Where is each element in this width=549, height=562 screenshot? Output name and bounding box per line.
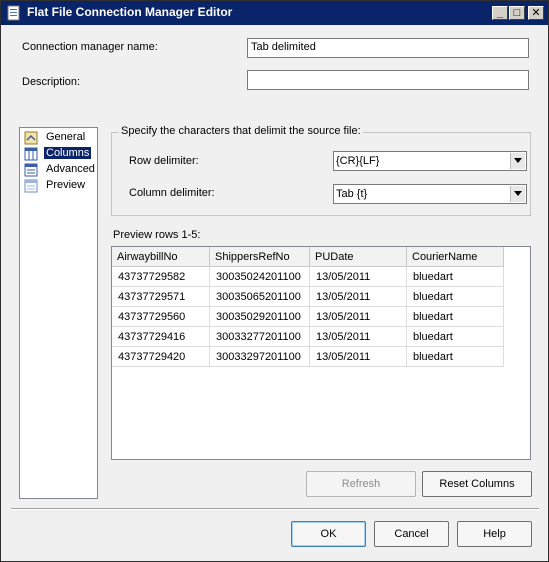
minimize-button[interactable]: _: [492, 6, 508, 20]
table-cell: 13/05/2011: [310, 267, 407, 287]
nav-item-label: Preview: [46, 179, 86, 191]
table-cell: 13/05/2011: [310, 327, 407, 347]
nav-item-advanced[interactable]: Advanced: [24, 162, 95, 178]
row-delimiter-select[interactable]: {CR}{LF}: [333, 151, 527, 171]
table-cell: bluedart: [407, 347, 504, 367]
chevron-down-icon[interactable]: [510, 153, 525, 169]
refresh-button[interactable]: Refresh: [306, 471, 416, 497]
window-title: Flat File Connection Manager Editor: [27, 5, 233, 19]
column-delimiter-select[interactable]: Tab {t}: [333, 184, 527, 204]
nav-item-preview[interactable]: Preview: [24, 178, 94, 194]
column-header[interactable]: ShippersRefNo: [210, 247, 310, 267]
column-header[interactable]: AirwaybillNo: [112, 247, 210, 267]
table-cell: 43737729416: [112, 327, 210, 347]
table-cell: 30033297201100: [210, 347, 310, 367]
help-button[interactable]: Help: [457, 521, 532, 547]
table-cell: 30035029201100: [210, 307, 310, 327]
column-header[interactable]: CourierName: [407, 247, 504, 267]
description-input[interactable]: [247, 70, 529, 90]
connection-name-label: Connection manager name:: [22, 41, 158, 53]
table-cell: 13/05/2011: [310, 287, 407, 307]
table-cell: 13/05/2011: [310, 347, 407, 367]
column-delimiter-label: Column delimiter:: [129, 187, 215, 199]
table-cell: 30035024201100: [210, 267, 310, 287]
close-button[interactable]: ✕: [528, 6, 544, 20]
table-cell: 43737729420: [112, 347, 210, 367]
delimiter-group-label: Specify the characters that delimit the …: [119, 125, 363, 137]
description-label: Description:: [22, 76, 81, 88]
column-header[interactable]: PUDate: [310, 247, 407, 267]
table-cell: 43737729582: [112, 267, 210, 287]
columns-icon: [24, 147, 38, 161]
row-delimiter-label: Row delimiter:: [129, 155, 199, 167]
column-delimiter-value: Tab {t}: [336, 188, 368, 200]
preview-grid[interactable]: AirwaybillNo ShippersRefNo PUDate Courie…: [111, 246, 531, 460]
divider: [11, 508, 539, 510]
table-cell: 30035065201100: [210, 287, 310, 307]
page-navigation: General Columns Advanced Preview: [19, 127, 98, 499]
advanced-icon: [24, 163, 38, 177]
nav-item-label: General: [46, 131, 86, 143]
table-cell: 43737729560: [112, 307, 210, 327]
preview-rows-label: Preview rows 1-5:: [113, 229, 201, 241]
nav-item-label: Columns: [44, 147, 92, 159]
table-cell: bluedart: [407, 287, 504, 307]
row-delimiter-value: {CR}{LF}: [336, 155, 380, 167]
chevron-down-icon[interactable]: [510, 186, 525, 202]
table-cell: bluedart: [407, 267, 504, 287]
table-cell: bluedart: [407, 307, 504, 327]
nav-item-general[interactable]: General: [24, 130, 94, 146]
title-bar[interactable]: Flat File Connection Manager Editor _ □ …: [1, 1, 548, 25]
table-cell: bluedart: [407, 327, 504, 347]
cancel-button[interactable]: Cancel: [374, 521, 449, 547]
general-icon: [24, 131, 38, 145]
preview-icon: [24, 179, 38, 193]
maximize-button[interactable]: □: [509, 6, 525, 20]
flat-file-app-icon: [7, 5, 20, 21]
table-cell: 13/05/2011: [310, 307, 407, 327]
nav-item-label: Advanced: [46, 163, 95, 175]
nav-item-columns[interactable]: Columns: [24, 146, 94, 162]
table-cell: 43737729571: [112, 287, 210, 307]
connection-name-input[interactable]: Tab delimited: [247, 38, 529, 58]
dialog-window: Flat File Connection Manager Editor _ □ …: [0, 0, 549, 562]
ok-button[interactable]: OK: [291, 521, 366, 547]
table-cell: 30033277201100: [210, 327, 310, 347]
reset-columns-button[interactable]: Reset Columns: [422, 471, 532, 497]
